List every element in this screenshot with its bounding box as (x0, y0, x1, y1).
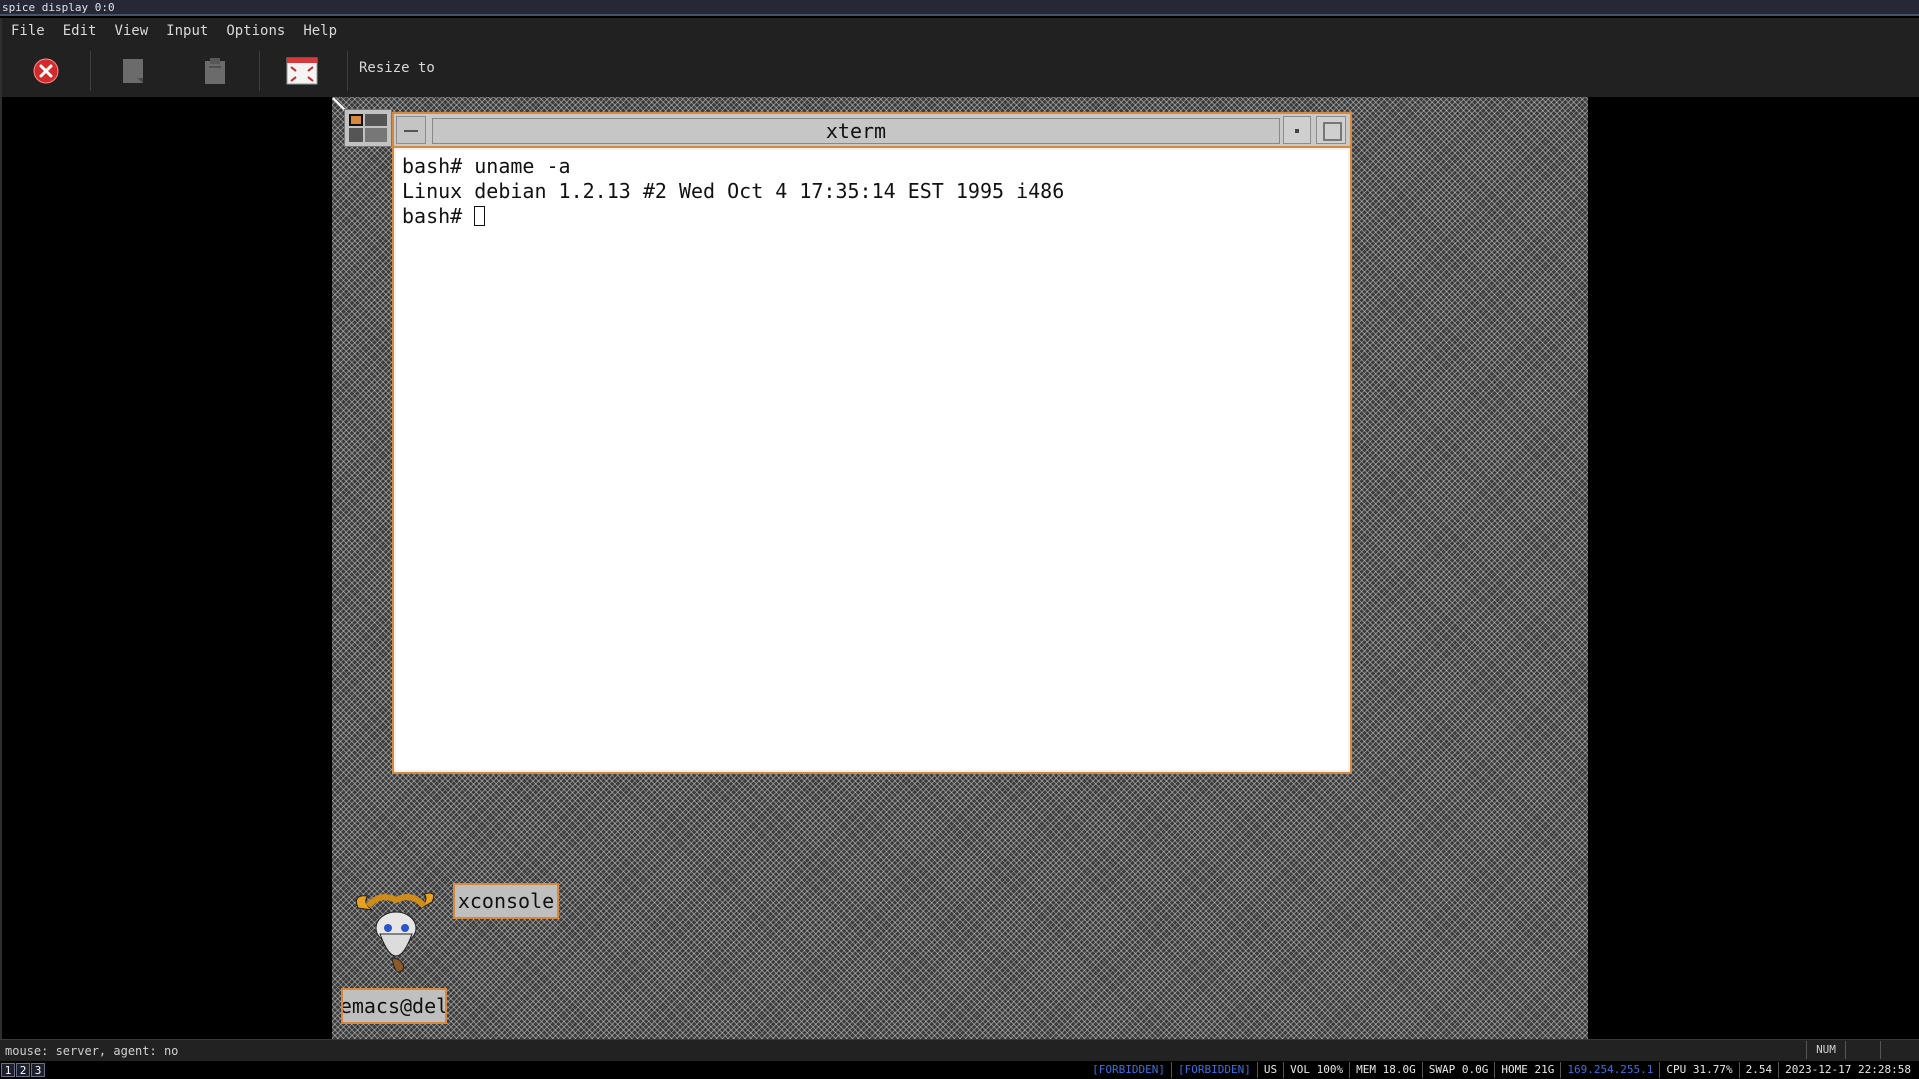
fullscreen-button[interactable] (280, 49, 324, 93)
terminal-prompt: bash# (402, 204, 475, 228)
window-menu-icon (349, 114, 387, 142)
menu-file[interactable]: File (2, 23, 54, 39)
menu-help[interactable]: Help (294, 23, 346, 39)
xterm-title-area[interactable]: xterm (432, 118, 1280, 144)
status-indicator (1844, 1041, 1881, 1059)
status-forbidden-1: [FORBIDDEN] (1086, 1062, 1173, 1078)
maximize-button[interactable] (1316, 116, 1346, 144)
paste-icon (205, 58, 225, 84)
close-button[interactable] (24, 49, 68, 93)
status-volume: VOL 100% (1284, 1062, 1351, 1078)
copy-button[interactable] (112, 49, 156, 93)
status-bar: mouse: server, agent: no (0, 1039, 1919, 1061)
menu-view[interactable]: View (105, 23, 157, 39)
menu-edit[interactable]: Edit (54, 23, 106, 39)
toolbar-separator (259, 51, 260, 91)
status-swap: SWAP 0.0G (1423, 1062, 1496, 1078)
terminal-cursor (474, 206, 486, 226)
terminal-area[interactable]: bash# uname -a Linux debian 1.2.13 #2 We… (396, 150, 1348, 770)
paste-button[interactable] (193, 49, 237, 93)
status-keyboard-layout: US (1258, 1062, 1285, 1078)
fullscreen-icon (286, 57, 318, 85)
minimize-button[interactable] (396, 116, 426, 144)
close-icon (33, 58, 59, 84)
menu-bar: File Edit View Input Options Help (2, 18, 346, 43)
terminal-line: Linux debian 1.2.13 #2 Wed Oct 4 17:35:1… (402, 179, 1065, 203)
xconsole-icon[interactable]: xconsole (453, 883, 559, 919)
status-datetime: 2023-12-17 22:28:58 (1785, 1063, 1911, 1076)
toolbar-separator (90, 51, 91, 91)
status-ip-address: 169.254.255.1 (1561, 1062, 1661, 1078)
window-title: spice display 0:0 (0, 0, 1919, 16)
num-lock-indicator: NUM (1806, 1041, 1846, 1059)
terminal-line: bash# uname -a (402, 154, 571, 178)
status-load: 2.54 (1740, 1062, 1780, 1078)
menu-options[interactable]: Options (217, 23, 294, 39)
window-menu-button[interactable] (344, 109, 392, 147)
menu-input[interactable]: Input (157, 23, 217, 39)
terminal-prompt-line: bash# (402, 204, 486, 229)
toolbar-separator (347, 51, 348, 91)
iconify-button[interactable] (1283, 116, 1311, 144)
status-forbidden-2: [FORBIDDEN] (1172, 1062, 1258, 1078)
status-home-disk: HOME 21G (1495, 1062, 1562, 1078)
workspace-button-3[interactable]: 3 (31, 1063, 45, 1077)
emacs-icon[interactable]: emacs@del (341, 988, 447, 1024)
gnu-head-icon (355, 892, 435, 973)
workspace-button-1[interactable]: 1 (1, 1063, 15, 1077)
status-cpu: CPU 31.77% (1660, 1062, 1740, 1078)
resize-to-label: Resize to (359, 60, 435, 76)
xterm-title: xterm (825, 119, 887, 143)
toolbar (0, 45, 600, 95)
system-status: [FORBIDDEN] [FORBIDDEN] US VOL 100% MEM … (1086, 1062, 1917, 1078)
workspace-button-2[interactable]: 2 (16, 1063, 30, 1077)
copy-icon (123, 59, 143, 83)
status-memory: MEM 18.0G (1350, 1062, 1423, 1078)
